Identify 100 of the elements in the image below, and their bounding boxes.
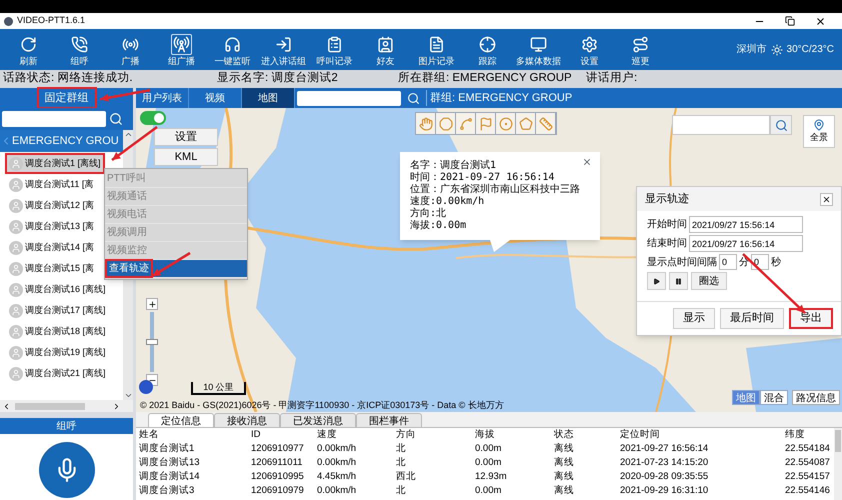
scroll-up-icon[interactable] xyxy=(124,130,132,139)
toolbar-button[interactable]: 进入讲话组 xyxy=(258,30,309,70)
search-button[interactable] xyxy=(770,115,792,135)
toolbar-icon xyxy=(377,36,394,52)
pause-button[interactable] xyxy=(669,272,688,290)
toolbar-icon xyxy=(632,36,649,52)
close-icon[interactable] xyxy=(815,16,826,26)
search-icon[interactable] xyxy=(109,112,123,126)
dialog-title: 显示轨迹 xyxy=(645,192,689,207)
group-call-header: 组呼 xyxy=(0,418,133,434)
layer-toggle[interactable] xyxy=(140,111,166,125)
window-title: VIDEO-PTT1.6.1 xyxy=(17,14,86,28)
map-option-button[interactable]: 设置 xyxy=(154,128,218,146)
table-cell-text: 0.00m xyxy=(474,442,502,456)
close-button[interactable] xyxy=(820,192,833,206)
toolbar-button[interactable]: 刷新 xyxy=(3,30,54,70)
search-icon[interactable] xyxy=(407,92,420,104)
pentagon-icon xyxy=(518,116,532,130)
seconds-field[interactable]: 0 xyxy=(751,254,769,270)
info-tab[interactable]: 围栏事件 xyxy=(356,413,422,427)
avatar-icon xyxy=(9,324,23,338)
info-line: 速度:0.00km/h xyxy=(410,196,484,208)
app-logo-icon xyxy=(4,16,13,26)
dialog-button[interactable]: 最后时间 xyxy=(720,308,784,329)
table-cell-text: 22.554157 xyxy=(784,470,831,484)
user-tree-item[interactable]: 调度台测试19 [离线] xyxy=(5,342,110,363)
hand-icon xyxy=(418,116,432,130)
toolbar-button[interactable]: 好友 xyxy=(360,30,411,70)
zoom-slider-thumb[interactable] xyxy=(146,339,158,345)
info-line: 方向:北 xyxy=(410,208,446,220)
table-cell-text: 离线 xyxy=(553,470,575,484)
user-tree-item[interactable]: 调度台测试1 [离线] xyxy=(5,153,105,174)
status-text: 话路状态: 网络连接成功. xyxy=(3,72,133,84)
menu-item[interactable]: 查看轨迹 xyxy=(105,260,247,278)
column-header: 定位时间 xyxy=(619,428,661,442)
user-search-field[interactable] xyxy=(2,111,106,127)
vertical-scrollbar[interactable] xyxy=(834,428,842,500)
view-tab[interactable]: 地图 xyxy=(242,88,295,108)
toolbar-button[interactable]: 一键监听 xyxy=(207,30,258,70)
close-icon[interactable] xyxy=(582,157,592,167)
table-cell-text: 22.554087 xyxy=(784,456,831,470)
weather-icon xyxy=(770,44,783,56)
toolbar-button[interactable]: 组广播 xyxy=(156,30,207,70)
time-field[interactable]: 2021/09/27 16:56:14 xyxy=(689,235,803,252)
table-cell-text: 1206911011 xyxy=(250,456,304,470)
minutes-field[interactable]: 0 xyxy=(719,254,737,270)
restore-icon[interactable] xyxy=(785,16,795,26)
scroll-left-icon[interactable] xyxy=(2,402,11,410)
column-header: ID xyxy=(250,428,262,442)
user-tree-item[interactable]: 调度台测试14 [离 xyxy=(5,237,98,258)
toolbar-button[interactable]: 广播 xyxy=(105,30,156,70)
column-header: 姓名 xyxy=(138,428,160,442)
dialog-button[interactable]: 显示 xyxy=(673,308,715,329)
scroll-down-icon[interactable] xyxy=(124,391,132,400)
time-field[interactable]: 2021/09/27 15:56:14 xyxy=(689,216,803,233)
toolbar-button[interactable]: 呼叫记录 xyxy=(309,30,360,70)
info-tab[interactable]: 定位信息 xyxy=(148,413,214,427)
table-cell-text: 北 xyxy=(395,456,407,470)
user-tree-item[interactable]: 调度台测试13 [离 xyxy=(5,216,98,237)
column-header: 状态 xyxy=(553,428,575,442)
toolbar-icon xyxy=(530,36,547,52)
toolbar-button[interactable]: 多媒体数据 xyxy=(513,30,564,70)
user-tree-item[interactable]: 调度台测试15 [离 xyxy=(5,258,98,279)
temperature-label: 30°C/23°C xyxy=(786,43,834,57)
panorama-button[interactable]: 全景 xyxy=(803,115,835,148)
map-type-button[interactable]: 地图 xyxy=(732,390,760,405)
info-tab[interactable]: 已发送消息 xyxy=(280,413,356,427)
map-type-button[interactable]: 混合 xyxy=(760,390,788,405)
map-search-field[interactable] xyxy=(297,90,401,106)
info-tab[interactable]: 接收消息 xyxy=(214,413,280,427)
toolbar-icon xyxy=(326,36,343,52)
table-cell-text: 离线 xyxy=(553,442,575,456)
toolbar-button[interactable]: 图片记录 xyxy=(411,30,462,70)
user-tree-item[interactable]: 调度台测试18 [离线] xyxy=(5,321,110,342)
toolbar-button[interactable]: 组呼 xyxy=(54,30,105,70)
user-tree-item[interactable]: 调度台测试11 [离 xyxy=(5,174,98,195)
avatar-icon xyxy=(9,366,23,380)
close-icon xyxy=(822,194,831,204)
dialog-button[interactable]: 导出 xyxy=(789,308,833,329)
user-tree-item[interactable]: 调度台测试12 [离 xyxy=(5,195,98,216)
toolbar-button[interactable]: 跟踪 xyxy=(462,30,513,70)
toolbar-button[interactable]: 巡更 xyxy=(615,30,666,70)
table-cell-text: 1206910995 xyxy=(250,470,305,484)
table-cell-text: 调度台测试3 xyxy=(138,484,196,498)
toolbar-button[interactable]: 设置 xyxy=(564,30,615,70)
field-label: 显示点时间间隔 xyxy=(647,256,717,270)
scroll-right-icon[interactable] xyxy=(112,402,121,410)
user-tree-item[interactable]: 调度台测试17 [离线] xyxy=(5,300,110,321)
map-option-button[interactable]: KML xyxy=(154,148,218,166)
user-tree-item[interactable]: 调度台测试16 [离线] xyxy=(5,279,110,300)
scrollbar-thumb[interactable] xyxy=(15,402,85,410)
traffic-button[interactable]: 路况信息 xyxy=(792,390,840,405)
zoom-in-button[interactable] xyxy=(146,298,158,310)
unit-label: 分 xyxy=(739,256,749,270)
select-area-button[interactable]: 圈选 xyxy=(691,272,727,290)
user-tree-item[interactable]: 调度台测试21 [离线] xyxy=(5,363,110,384)
play-button[interactable] xyxy=(647,272,666,290)
avatar-icon xyxy=(9,220,23,234)
table-cell-text: 2021-09-29 16:31:10 xyxy=(619,484,710,498)
place-search-field[interactable] xyxy=(672,115,770,135)
